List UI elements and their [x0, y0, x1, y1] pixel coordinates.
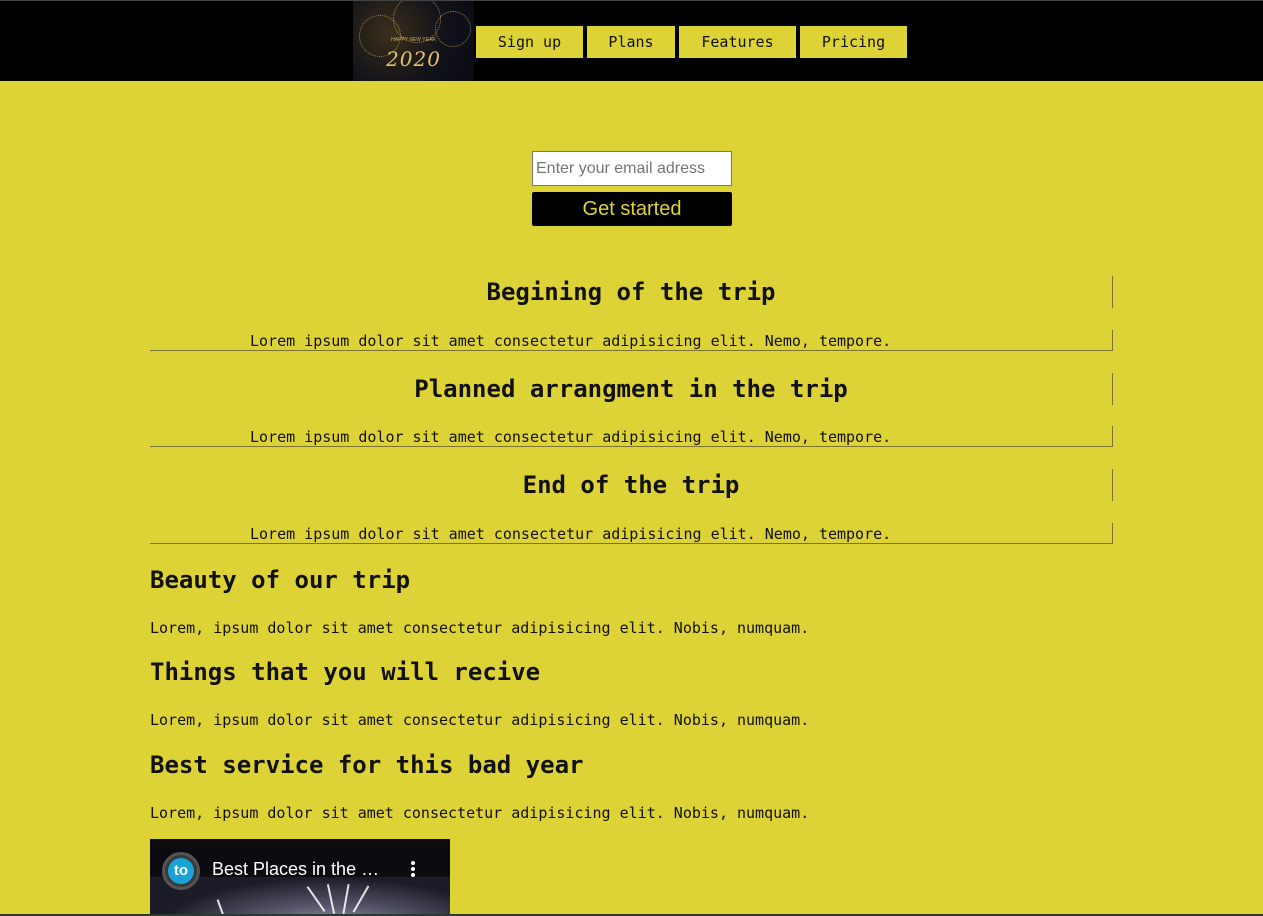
logo-year-text: 2020	[386, 47, 441, 71]
feature-text: Lorem, ipsum dolor sit amet consectetur …	[150, 804, 810, 822]
get-started-button[interactable]: Get started	[532, 192, 732, 226]
video-title[interactable]: Best Places in the World to Celebrate Ne…	[212, 859, 392, 880]
timeline-heading: Planned arrangment in the trip	[414, 375, 848, 403]
header: HAPPY NEW YEAR 2020 Sign up Plans Featur…	[0, 1, 1263, 81]
timeline-divider	[1112, 523, 1113, 544]
timeline-text: Lorem ipsum dolor sit amet consectetur a…	[250, 332, 892, 350]
timeline-divider	[150, 446, 1113, 447]
timeline-text: Lorem ipsum dolor sit amet consectetur a…	[250, 428, 892, 446]
video-embed[interactable]: to Best Places in the World to Celebrate…	[150, 839, 450, 916]
logo-small-text: HAPPY NEW YEAR	[391, 37, 436, 43]
nav-pricing-button[interactable]: Pricing	[800, 26, 907, 58]
nav-features-button[interactable]: Features	[679, 26, 796, 58]
feature-heading: Things that you will recive	[150, 658, 541, 686]
feature-heading: Best service for this bad year	[150, 751, 584, 779]
feature-heading: Beauty of our trip	[150, 566, 411, 594]
feature-text: Lorem, ipsum dolor sit amet consectetur …	[150, 619, 810, 637]
new-year-logo-image[interactable]: HAPPY NEW YEAR 2020	[353, 1, 474, 81]
email-input[interactable]	[532, 151, 732, 186]
timeline-divider	[1112, 330, 1113, 351]
nav-sign-up-button[interactable]: Sign up	[476, 26, 583, 58]
channel-avatar-icon[interactable]: to	[162, 852, 200, 890]
timeline-text: Lorem ipsum dolor sit amet consectetur a…	[250, 525, 892, 543]
timeline-divider	[150, 350, 1113, 351]
timeline-divider	[1112, 469, 1113, 501]
timeline-heading: End of the trip	[522, 471, 740, 499]
nav-plans-button[interactable]: Plans	[587, 26, 675, 58]
timeline-divider	[1112, 373, 1113, 405]
timeline-divider	[1112, 426, 1113, 447]
timeline-divider	[150, 543, 1113, 544]
timeline-heading: Begining of the trip	[486, 278, 776, 306]
timeline-divider	[1112, 276, 1113, 308]
more-vert-icon[interactable]	[408, 861, 418, 881]
feature-text: Lorem, ipsum dolor sit amet consectetur …	[150, 711, 810, 729]
